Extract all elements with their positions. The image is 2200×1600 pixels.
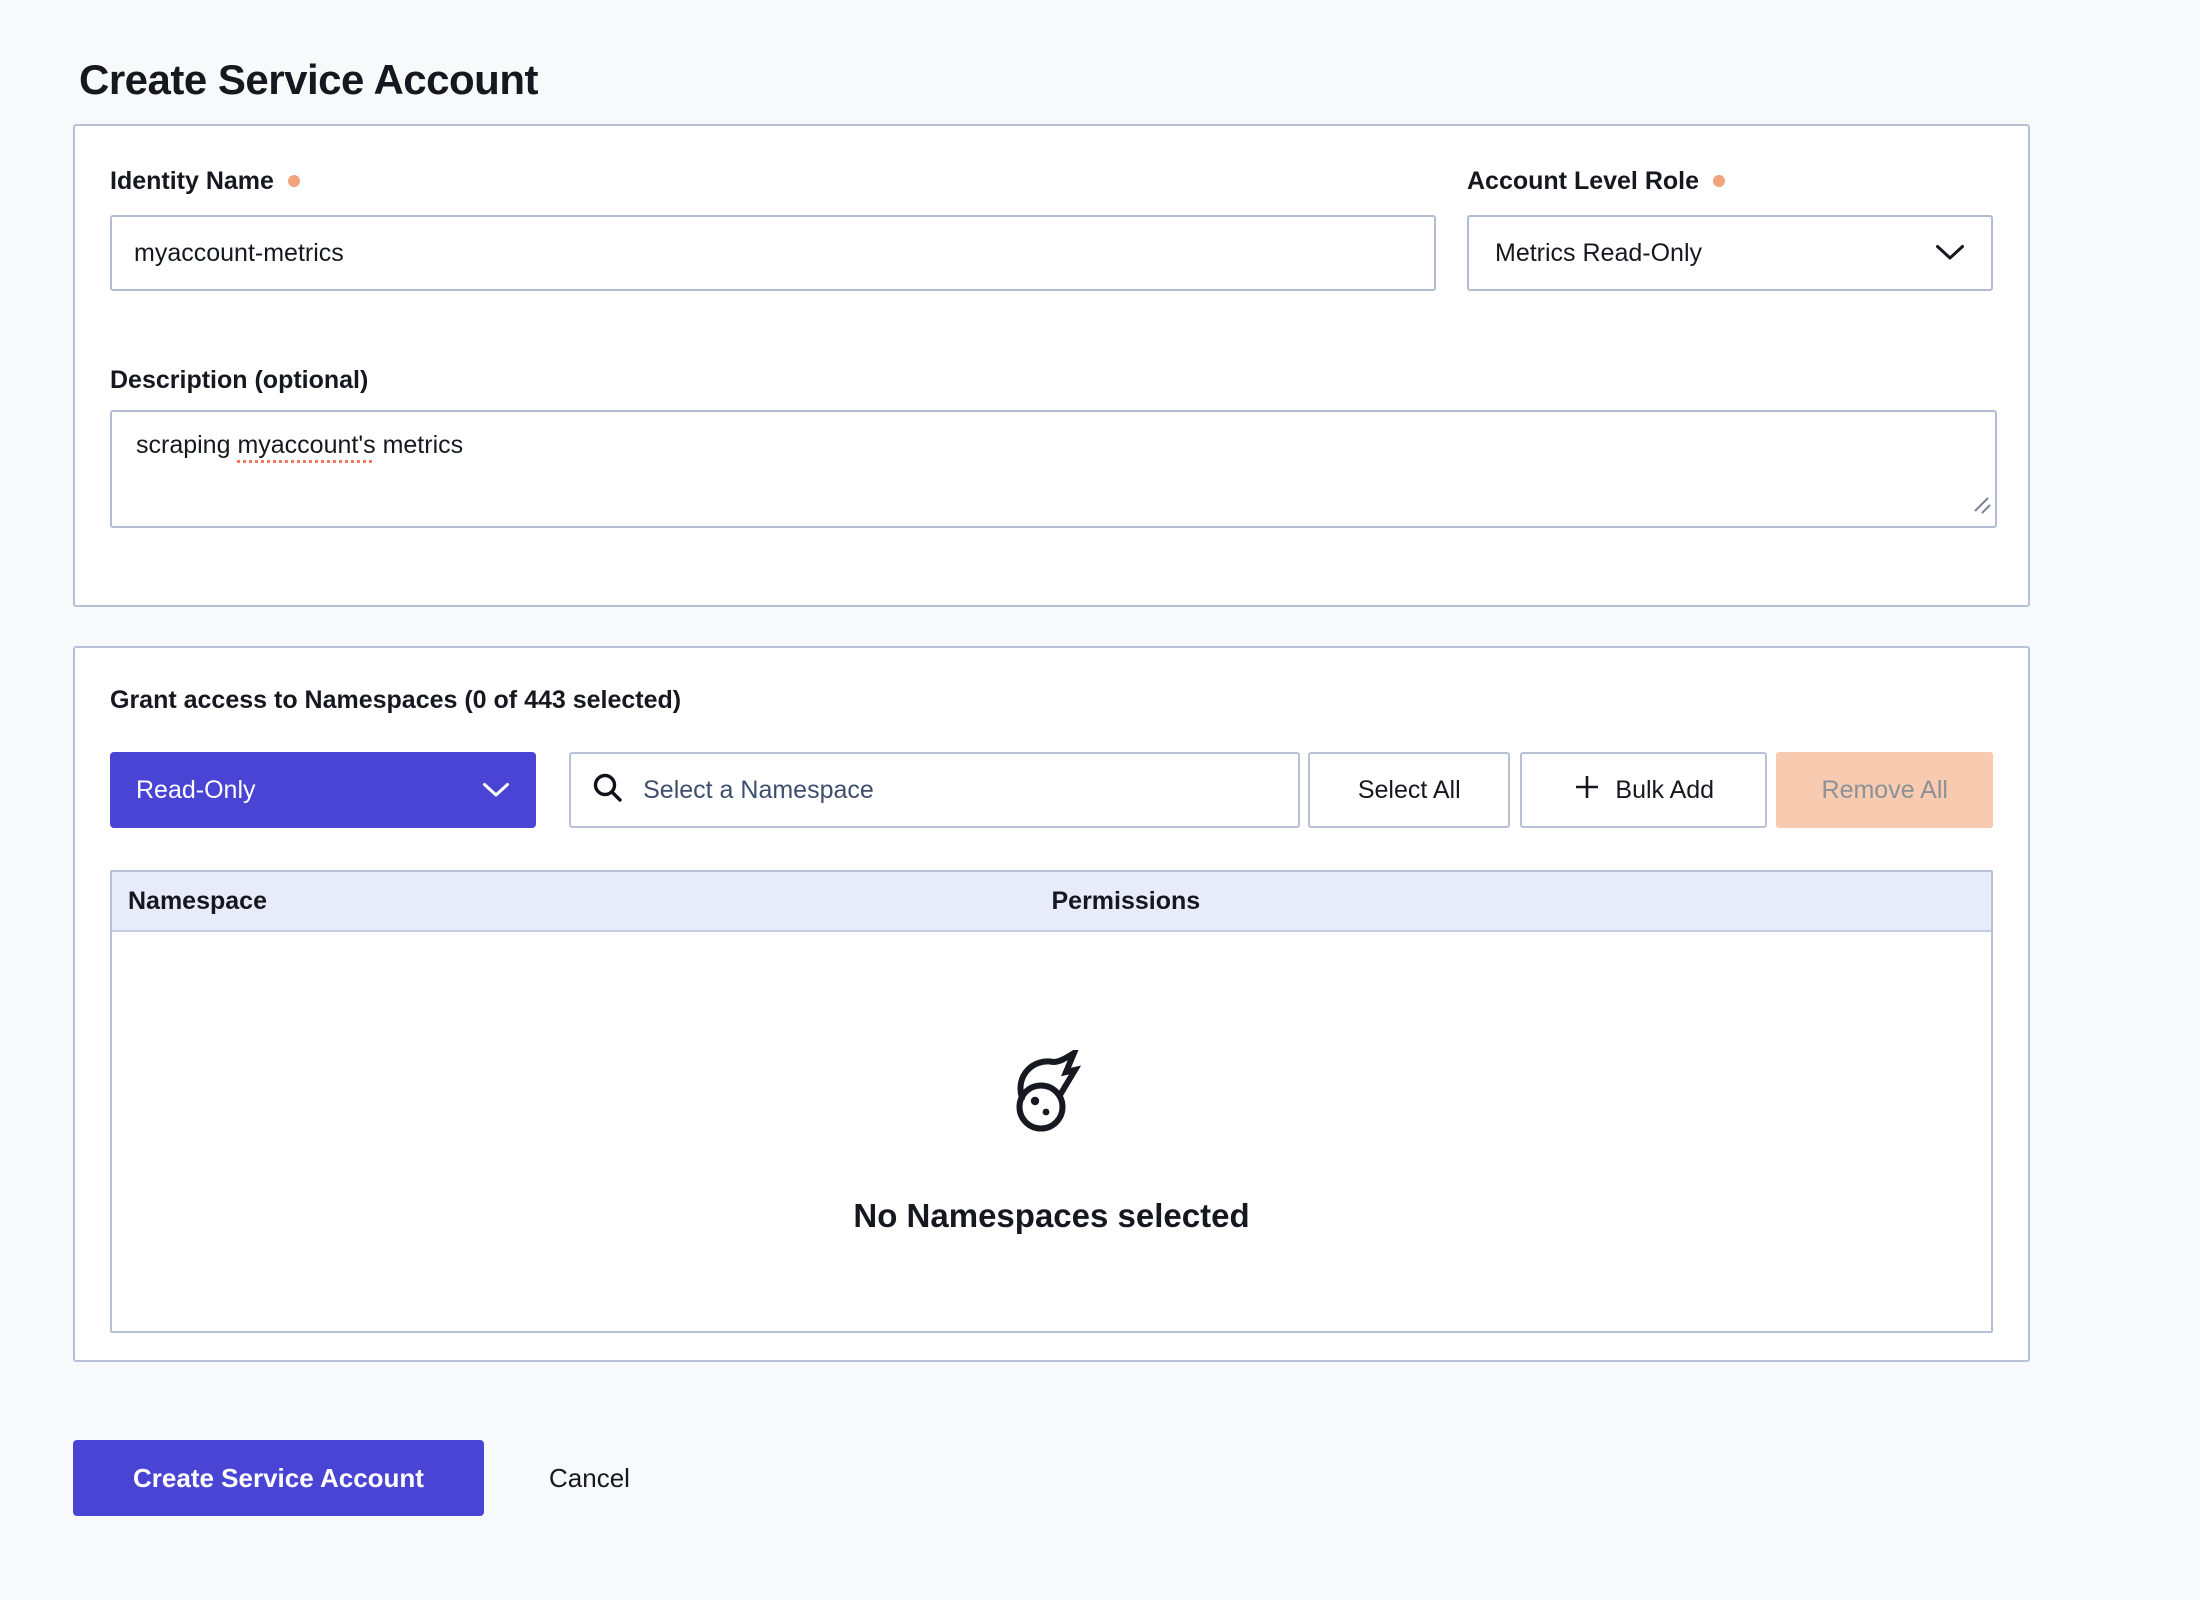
account-role-select[interactable]: Metrics Read-Only: [1467, 215, 1993, 291]
namespaces-card: Grant access to Namespaces (0 of 443 sel…: [73, 646, 2030, 1362]
meteor-icon: [1007, 1050, 1097, 1145]
description-text: scraping: [136, 431, 237, 459]
chevron-down-icon: [1935, 239, 1965, 268]
resize-handle-icon[interactable]: [1970, 491, 1992, 523]
identity-name-label: Identity Name: [110, 166, 1436, 196]
namespace-role-dropdown[interactable]: Read-Only: [110, 752, 536, 828]
column-header-namespace: Namespace: [112, 887, 1052, 916]
namespace-search-input[interactable]: [641, 775, 1278, 806]
description-label: Description (optional): [110, 365, 1993, 395]
required-dot-icon: [1713, 175, 1725, 187]
description-field-group: Description (optional) scraping myaccoun…: [110, 365, 1993, 528]
empty-state-message: No Namespaces selected: [853, 1197, 1249, 1235]
bulk-add-button[interactable]: Bulk Add: [1520, 752, 1767, 828]
namespace-search-box: [569, 752, 1300, 828]
remove-all-label: Remove All: [1822, 776, 1948, 805]
namespaces-table-body: No Namespaces selected: [112, 932, 1991, 1331]
select-all-button[interactable]: Select All: [1308, 752, 1510, 828]
account-role-label: Account Level Role: [1467, 166, 1993, 196]
description-text: metrics: [376, 431, 464, 459]
cancel-button[interactable]: Cancel: [549, 1440, 630, 1516]
namespaces-heading: Grant access to Namespaces (0 of 443 sel…: [110, 684, 1993, 716]
namespaces-table: Namespace Permissions No Namespaces sele…: [110, 870, 1993, 1333]
identity-name-input[interactable]: [110, 215, 1436, 291]
chevron-down-icon: [482, 776, 510, 805]
remove-all-button[interactable]: Remove All: [1776, 752, 1993, 828]
identity-name-field-group: Identity Name: [110, 166, 1436, 291]
identity-card: Identity Name Account Level Role Metrics…: [73, 124, 2030, 607]
create-service-account-button[interactable]: Create Service Account: [73, 1440, 484, 1516]
account-role-label-text: Account Level Role: [1467, 166, 1699, 196]
required-dot-icon: [288, 175, 300, 187]
bulk-add-label: Bulk Add: [1615, 776, 1714, 805]
description-textarea[interactable]: scraping myaccount's metrics: [110, 410, 1997, 528]
page-title: Create Service Account: [79, 56, 538, 104]
account-role-selected-value: Metrics Read-Only: [1495, 239, 1702, 268]
description-label-text: Description (optional): [110, 365, 368, 395]
identity-name-label-text: Identity Name: [110, 166, 274, 196]
namespaces-table-header: Namespace Permissions: [112, 872, 1991, 932]
column-header-permissions: Permissions: [1052, 887, 1992, 916]
search-icon: [591, 771, 625, 810]
namespace-role-selected-value: Read-Only: [136, 776, 256, 805]
account-role-field-group: Account Level Role Metrics Read-Only: [1467, 166, 1993, 291]
namespaces-toolbar: Read-Only Select All Bulk Add Remove All: [110, 752, 1993, 828]
select-all-label: Select All: [1358, 776, 1461, 805]
description-misspelled-word: myaccount's: [237, 431, 375, 459]
plus-icon: [1573, 773, 1601, 808]
